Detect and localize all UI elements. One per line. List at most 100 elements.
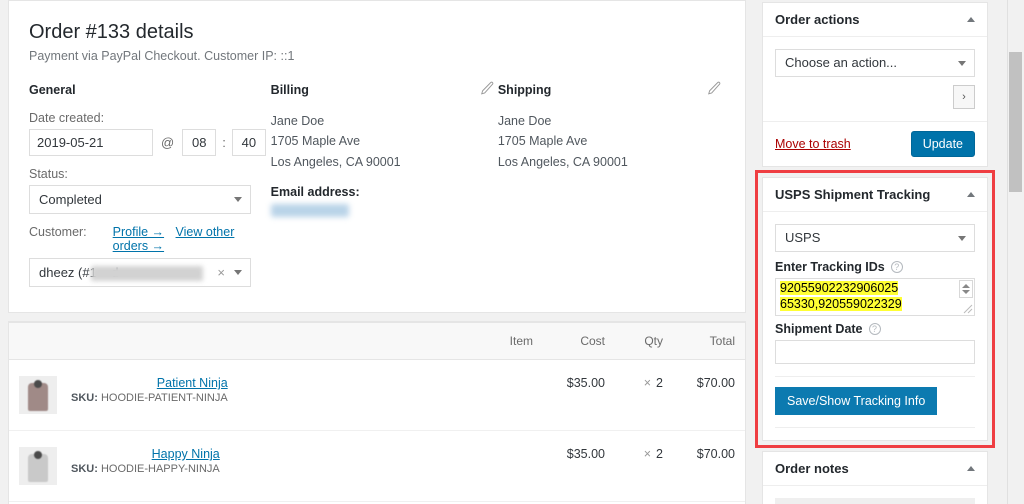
order-header: Order #133 details Payment via PayPal Ch… xyxy=(9,1,745,83)
order-notes-body: Order status changed by bulk edit: Order… xyxy=(763,486,987,504)
usps-tracking-body: USPS Enter Tracking IDs ? 92055902232906… xyxy=(763,212,987,440)
order-actions-panel: Order actions Choose an action... › Move… xyxy=(762,2,988,167)
at-symbol: @ xyxy=(161,135,175,150)
customer-profile-link[interactable]: Profile → xyxy=(113,225,164,239)
item-qty: ×2 xyxy=(615,430,673,502)
product-sku: SKU: HOODIE-PATIENT-NINJA xyxy=(71,392,228,404)
customer-links: Profile → View other orders → xyxy=(113,225,271,253)
order-items-body: Patient Ninja SKU: HOODIE-PATIENT-NINJA … xyxy=(9,359,745,504)
product-thumbnail xyxy=(19,376,57,414)
column-header-item: Item xyxy=(9,322,543,360)
status-label: Status: xyxy=(29,167,68,181)
pencil-icon[interactable] xyxy=(707,81,721,95)
chevron-down-icon xyxy=(234,270,242,275)
shipping-provider-value: USPS xyxy=(775,224,975,252)
tracking-ids-input[interactable] xyxy=(775,278,975,316)
chevron-down-icon[interactable] xyxy=(962,290,970,294)
order-actions-footer: Move to trash Update xyxy=(763,121,987,166)
update-button[interactable]: Update xyxy=(910,131,975,157)
column-header-qty: Qty xyxy=(615,322,673,360)
wordpress-order-edit-screen: Order #133 details Payment via PayPal Ch… xyxy=(0,0,1024,504)
apply-action-button[interactable]: › xyxy=(953,85,975,109)
billing-street: 1705 Maple Ave xyxy=(270,134,361,149)
tracking-ids-label: Enter Tracking IDs ? xyxy=(775,260,975,274)
order-items-panel: Item Cost Qty Total Patient Ninja SKU: H… xyxy=(8,321,746,504)
tracking-ids-field[interactable]: 92055902232906025 65330,920559022329 xyxy=(775,278,975,316)
item-cost: $35.00 xyxy=(543,359,615,431)
product-link[interactable]: Patient Ninja xyxy=(71,376,228,390)
usps-tracking-header[interactable]: USPS Shipment Tracking xyxy=(763,178,987,212)
order-notes-title: Order notes xyxy=(775,461,849,476)
order-actions-header[interactable]: Order actions xyxy=(763,3,987,37)
item-total: $70.00 xyxy=(673,359,745,431)
date-created-input[interactable] xyxy=(29,129,153,156)
item-qty: ×2 xyxy=(615,359,673,431)
usps-shipment-tracking-panel: USPS Shipment Tracking USPS Enter Tracki… xyxy=(762,177,988,441)
shipping-street: 1705 Maple Ave xyxy=(497,134,588,149)
item-total: $70.00 xyxy=(673,430,745,502)
shipment-date-input[interactable] xyxy=(775,340,975,364)
chevron-up-icon[interactable] xyxy=(962,284,970,288)
customer-label: Customer: xyxy=(29,225,87,239)
hour-input[interactable] xyxy=(182,129,217,156)
usps-tracking-title: USPS Shipment Tracking xyxy=(775,187,931,202)
item-cost: $35.00 xyxy=(543,430,615,502)
pencil-icon[interactable] xyxy=(480,81,494,95)
order-subtitle: Payment via PayPal Checkout. Customer IP… xyxy=(29,49,295,63)
order-actions-title: Order actions xyxy=(775,12,860,27)
customer-label-row: Customer: Profile → View other orders → xyxy=(29,225,271,253)
shipment-date-label: Shipment Date ? xyxy=(775,322,975,336)
tracking-spinner-control[interactable] xyxy=(959,280,973,298)
billing-email-label: Email address: xyxy=(270,184,360,199)
order-actions-body: Choose an action... › xyxy=(763,37,987,121)
order-status-value: Completed xyxy=(29,185,251,214)
column-header-cost: Cost xyxy=(543,322,615,360)
resize-handle-icon[interactable] xyxy=(963,304,973,314)
table-row: Happy Ninja SKU: HOODIE-HAPPY-NINJA $35.… xyxy=(9,430,745,502)
product-thumbnail xyxy=(19,447,57,485)
redacted-billing-email xyxy=(270,203,349,217)
order-data-panel: Order #133 details Payment via PayPal Ch… xyxy=(8,0,746,313)
order-main-column: Order #133 details Payment via PayPal Ch… xyxy=(8,0,746,504)
order-action-select[interactable]: Choose an action... xyxy=(775,49,975,77)
page-scrollbar-thumb[interactable] xyxy=(1009,52,1022,192)
product-sku: SKU: HOODIE-HAPPY-NINJA xyxy=(71,463,220,475)
page-title: Order #133 details xyxy=(29,21,194,43)
chevron-down-icon xyxy=(958,61,966,66)
customer-select[interactable]: dheez (#1 – d × xyxy=(29,258,251,287)
product-link[interactable]: Happy Ninja xyxy=(71,447,220,461)
order-action-value: Choose an action... xyxy=(775,49,975,77)
order-notes-header[interactable]: Order notes xyxy=(763,452,987,486)
help-icon[interactable]: ? xyxy=(868,323,881,335)
billing-column: Billing Jane Doe 1705 Maple Ave Los Ange… xyxy=(270,81,498,298)
chevron-up-icon[interactable] xyxy=(967,17,975,22)
date-created-row: @ : xyxy=(29,129,271,156)
shipping-provider-select[interactable]: USPS xyxy=(775,224,975,252)
chevron-up-icon[interactable] xyxy=(967,466,975,471)
shipping-column: Shipping Jane Doe 1705 Maple Ave Los Ang… xyxy=(497,81,725,298)
minute-input[interactable] xyxy=(231,129,266,156)
page-scrollbar-track[interactable] xyxy=(1007,0,1024,504)
order-items-table: Item Cost Qty Total Patient Ninja SKU: H… xyxy=(9,322,745,504)
order-notes-panel: Order notes Order status changed by bulk… xyxy=(762,451,988,504)
table-row: Patient Ninja SKU: HOODIE-PATIENT-NINJA … xyxy=(9,359,745,431)
move-to-trash-link[interactable]: Move to trash xyxy=(775,137,851,151)
save-show-tracking-info-button[interactable]: Save/Show Tracking Info xyxy=(775,387,938,415)
order-status-select[interactable]: Completed xyxy=(29,185,251,214)
chevron-up-icon[interactable] xyxy=(967,192,975,197)
table-header-row: Item Cost Qty Total xyxy=(9,322,745,360)
item-cell: Happy Ninja SKU: HOODIE-HAPPY-NINJA xyxy=(9,430,543,502)
clear-customer-icon[interactable]: × xyxy=(217,265,225,280)
divider xyxy=(775,376,975,377)
billing-city-state-zip: Los Angeles, CA 90001 xyxy=(270,154,401,169)
shipping-heading: Shipping xyxy=(497,83,552,97)
sidebar: Order actions Choose an action... › Move… xyxy=(755,2,995,504)
order-columns: General Date created: @ : Status: Comple… xyxy=(9,81,745,312)
order-note-item: Order status changed by bulk edit: Order… xyxy=(775,498,975,504)
usps-tracking-wrapper: USPS Shipment Tracking USPS Enter Tracki… xyxy=(755,170,995,448)
chevron-down-icon xyxy=(234,197,242,202)
shipping-name: Jane Doe xyxy=(497,114,552,128)
chevron-down-icon xyxy=(958,236,966,241)
divider xyxy=(775,427,975,428)
help-icon[interactable]: ? xyxy=(890,261,903,273)
